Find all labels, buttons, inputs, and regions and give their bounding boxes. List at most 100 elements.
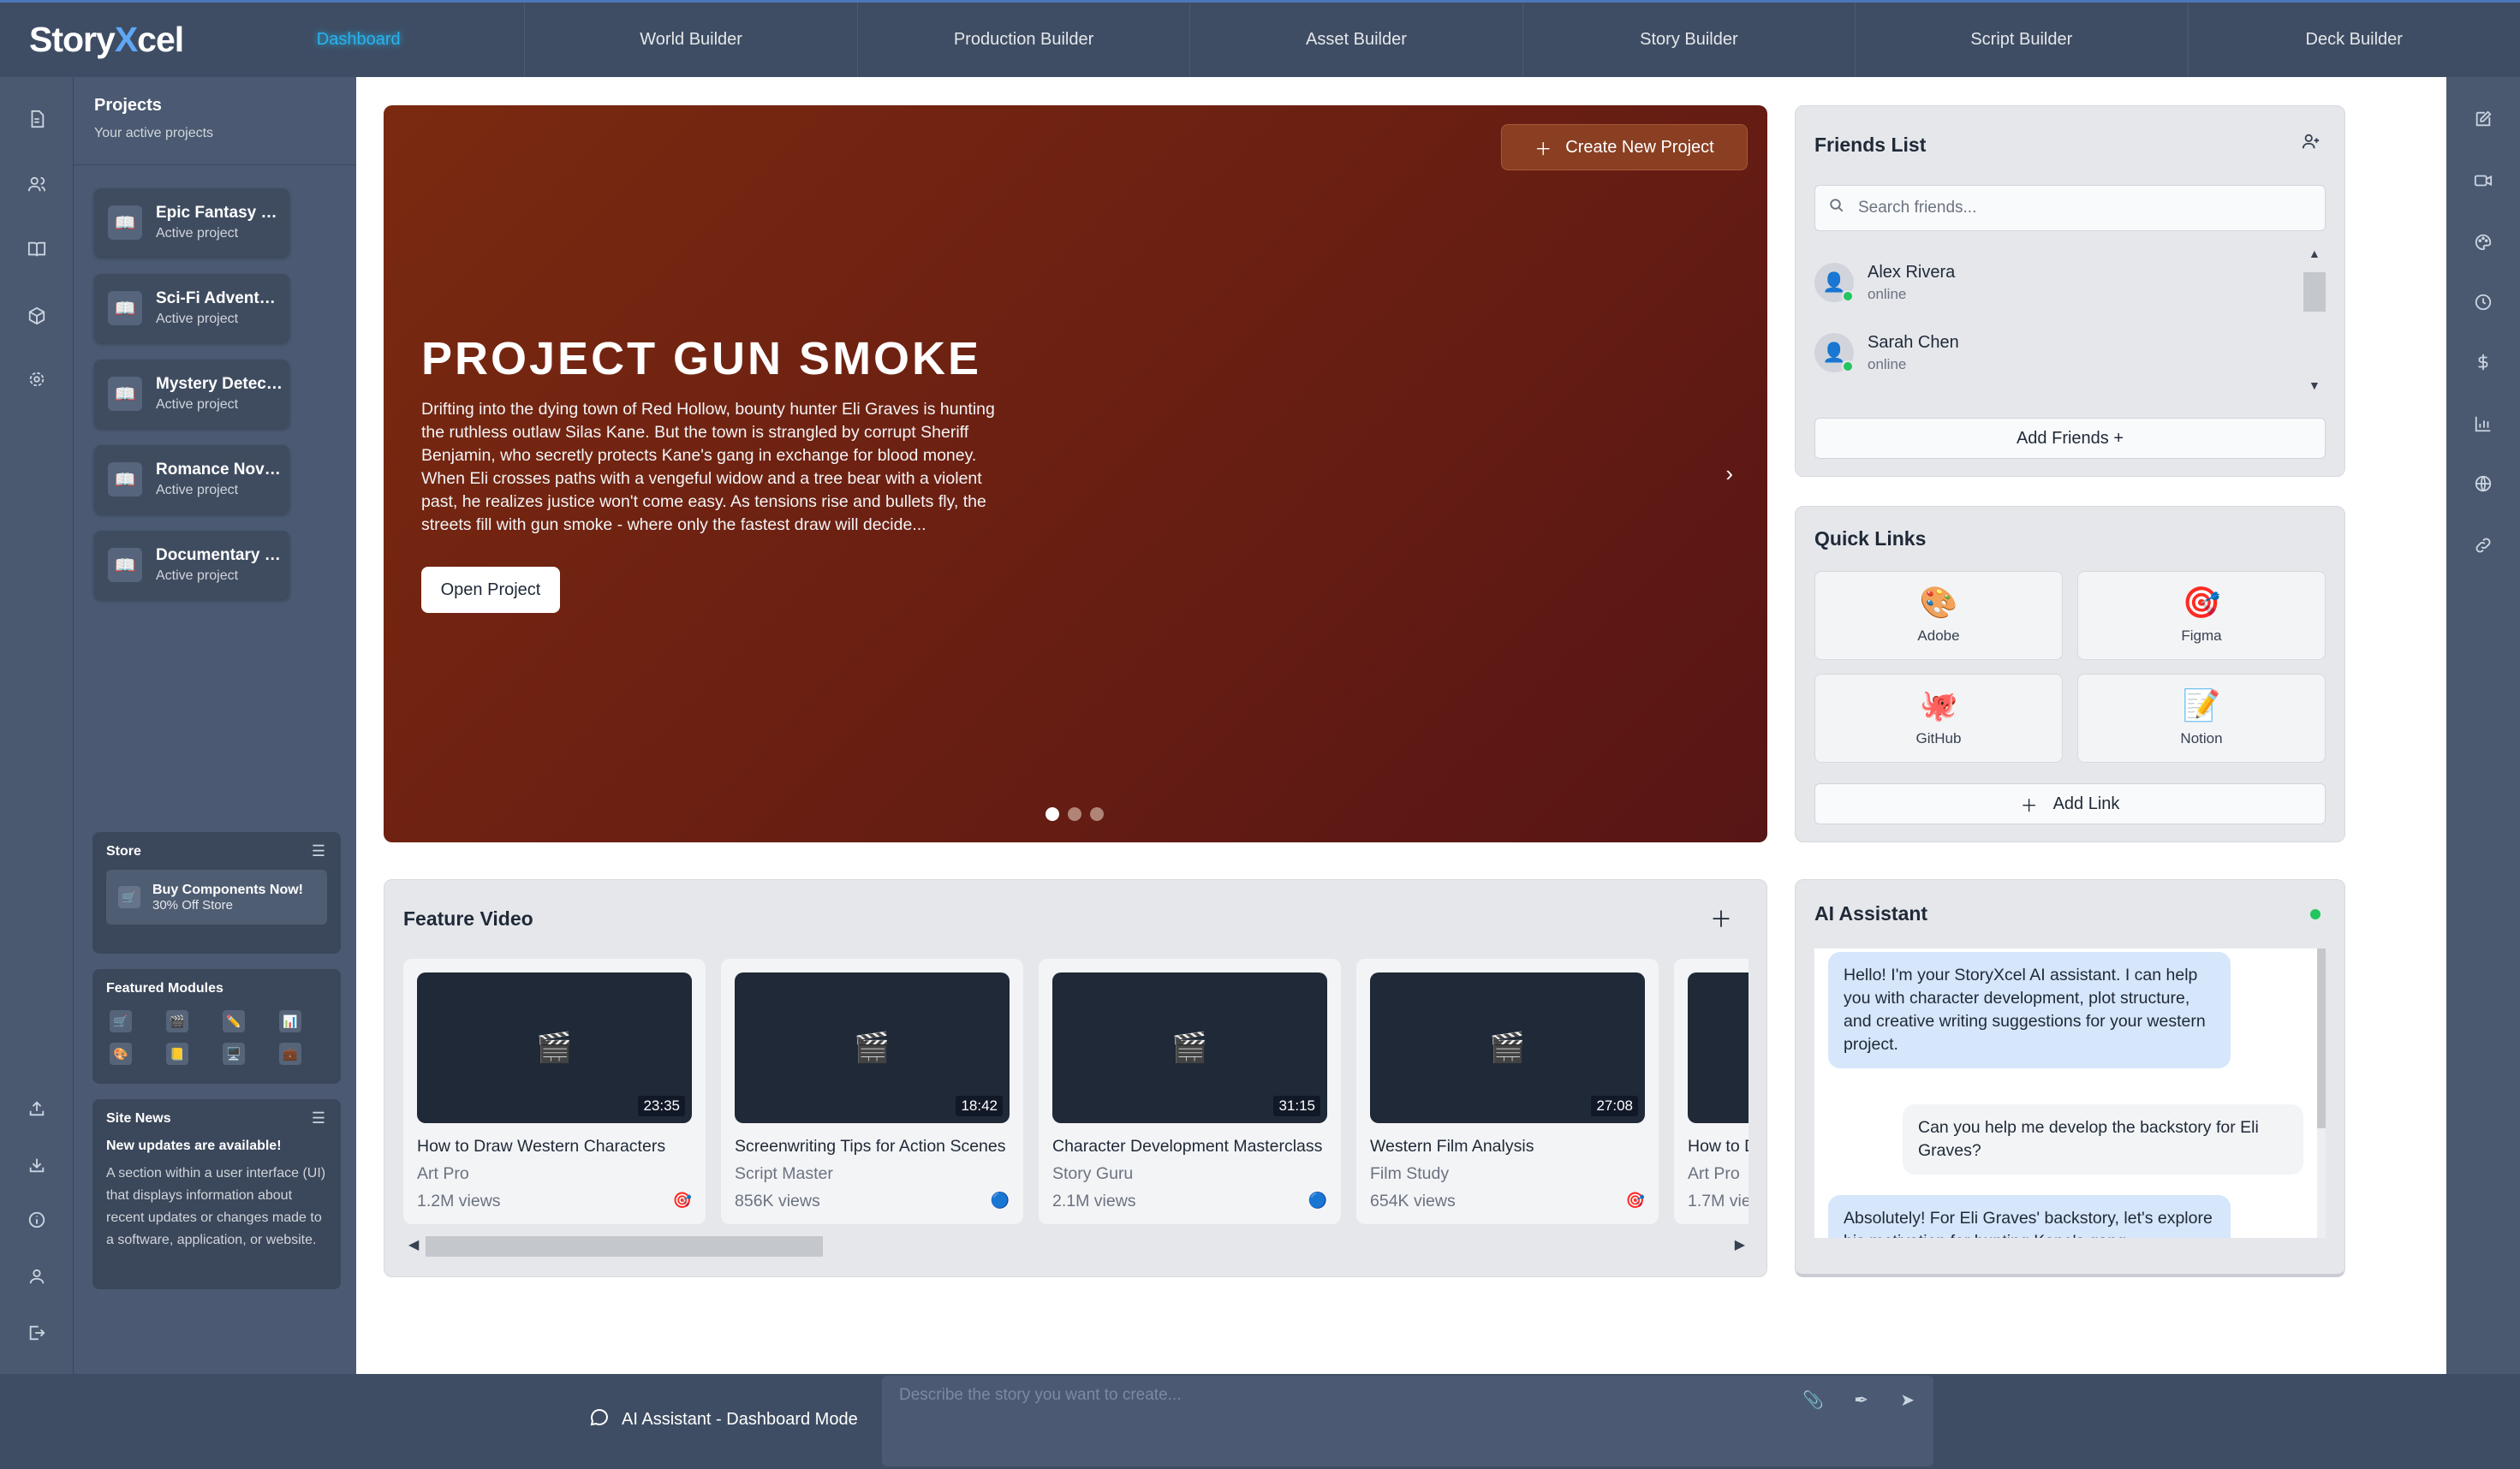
nav-dashboard[interactable]: Dashboard bbox=[193, 3, 526, 77]
video-views: 856K views bbox=[735, 1192, 820, 1210]
video-thumbnail[interactable]: 🎬 27:08 bbox=[1370, 972, 1645, 1123]
quick-link-adobe[interactable]: 🎨 Adobe bbox=[1814, 571, 2063, 660]
target-icon: 🎯 bbox=[1625, 1192, 1645, 1209]
send-icon[interactable]: ➤ bbox=[1900, 1389, 1915, 1411]
quick-link-figma[interactable]: 🎯 Figma bbox=[2077, 571, 2326, 660]
upload-icon[interactable] bbox=[22, 1094, 51, 1123]
cart-icon: 🛒 bbox=[118, 886, 140, 908]
clapperboard-icon: 🎬 bbox=[854, 1032, 891, 1064]
friends-search-input[interactable]: Search friends... bbox=[1814, 185, 2326, 231]
video-author: Art Pro bbox=[1688, 1164, 1740, 1183]
friend-name: Alex Rivera bbox=[1868, 262, 1956, 282]
bar-chart-icon[interactable] bbox=[2469, 409, 2498, 438]
chart-icon[interactable]: 📊 bbox=[279, 1010, 301, 1032]
ai-mode-label[interactable]: AI Assistant - Dashboard Mode bbox=[589, 1407, 858, 1432]
video-scrollbar[interactable]: ◀ ▶ bbox=[403, 1233, 1749, 1258]
scrollbar-thumb[interactable] bbox=[2317, 949, 2326, 1128]
chevron-left-icon[interactable]: ◀ bbox=[408, 1236, 419, 1253]
project-status: Active project bbox=[156, 397, 239, 412]
app-logo[interactable]: StoryXcel bbox=[0, 20, 193, 60]
video-card[interactable]: 🎬 23:35 How to Draw Western Characters Ar… bbox=[403, 959, 706, 1224]
menu-icon[interactable]: ☰ bbox=[312, 1109, 325, 1127]
quick-link-notion[interactable]: 📝 Notion bbox=[2077, 674, 2326, 763]
carousel-dot[interactable] bbox=[1046, 807, 1059, 821]
logout-icon[interactable] bbox=[22, 1318, 51, 1347]
store-promo[interactable]: 🛒 Buy Components Now! 30% Off Store bbox=[106, 870, 327, 925]
book-icon: 📖 bbox=[108, 291, 142, 325]
chevron-down-icon[interactable]: ▼ bbox=[2309, 378, 2320, 392]
notes-icon[interactable]: 📒 bbox=[166, 1043, 188, 1065]
menu-icon[interactable]: ☰ bbox=[312, 842, 325, 860]
scrollbar-thumb[interactable] bbox=[2303, 272, 2326, 312]
paperclip-icon[interactable]: 📎 bbox=[1802, 1389, 1824, 1411]
nav-story-builder[interactable]: Story Builder bbox=[1523, 3, 1856, 77]
film-icon[interactable]: 🎬 bbox=[166, 1010, 188, 1032]
project-status: Active project bbox=[156, 568, 239, 583]
chat-scrollbar[interactable] bbox=[2317, 949, 2326, 1238]
create-new-project-button[interactable]: ＋ Create New Project bbox=[1501, 124, 1748, 170]
project-item[interactable]: 📖 Epic Fantasy Chro... Active project bbox=[94, 188, 289, 257]
open-project-button[interactable]: Open Project bbox=[421, 567, 560, 613]
scrollbar-thumb[interactable] bbox=[426, 1236, 823, 1257]
nav-world-builder[interactable]: World Builder bbox=[525, 3, 858, 77]
video-card[interactable]: 🎬 18:42 Screenwriting Tips for Action Sce… bbox=[721, 959, 1023, 1224]
project-item[interactable]: 📖 Sci-Fi Adventure S... Active project bbox=[94, 274, 289, 342]
video-thumbnail[interactable] bbox=[1688, 972, 1749, 1123]
assistant-message: Absolutely! For Eli Graves' backstory, l… bbox=[1828, 1195, 2231, 1238]
video-card[interactable]: 🎬 31:15 Character Development Masterclass… bbox=[1039, 959, 1341, 1224]
edit-icon[interactable] bbox=[2469, 104, 2498, 134]
document-icon[interactable] bbox=[22, 104, 51, 134]
video-author: Art Pro bbox=[417, 1164, 469, 1183]
info-icon[interactable] bbox=[22, 1205, 51, 1234]
clock-icon[interactable] bbox=[2469, 288, 2498, 317]
add-friends-button[interactable]: Add Friends + bbox=[1814, 418, 2326, 459]
friend-item[interactable]: 👤 Alex Rivera online bbox=[1814, 252, 1955, 313]
briefcase-icon[interactable]: 💼 bbox=[279, 1043, 301, 1065]
palette-icon[interactable]: 🎨 bbox=[110, 1043, 132, 1065]
chevron-right-icon[interactable]: ▶ bbox=[1735, 1236, 1745, 1253]
quick-link-github[interactable]: 🐙 GitHub bbox=[1814, 674, 2063, 763]
magic-wand-icon[interactable]: ✒ bbox=[1854, 1389, 1868, 1411]
link-icon[interactable] bbox=[2469, 531, 2498, 560]
chevron-up-icon[interactable]: ▲ bbox=[2309, 247, 2320, 260]
book-icon[interactable] bbox=[22, 235, 51, 264]
video-card[interactable]: How to D Art Pro 1.7M vie bbox=[1674, 959, 1749, 1224]
project-item[interactable]: 📖 Romance Novel Dr... Active project bbox=[94, 445, 289, 514]
video-camera-icon[interactable] bbox=[2469, 166, 2498, 195]
project-item[interactable]: 📖 Documentary Proj... Active project bbox=[94, 531, 289, 599]
friend-item[interactable]: 👤 Sarah Chen online bbox=[1814, 322, 1959, 384]
palette-icon[interactable] bbox=[2469, 228, 2498, 257]
pencil-icon[interactable]: ✏️ bbox=[223, 1010, 245, 1032]
cart-icon[interactable]: 🛒 bbox=[110, 1010, 132, 1032]
globe-icon[interactable] bbox=[2469, 469, 2498, 498]
friends-scrollbar[interactable]: ▲ ▼ bbox=[2303, 247, 2326, 392]
clapperboard-icon: 🎬 bbox=[1489, 1032, 1526, 1064]
video-thumbnail[interactable]: 🎬 31:15 bbox=[1052, 972, 1327, 1123]
nav-asset-builder[interactable]: Asset Builder bbox=[1190, 3, 1523, 77]
users-icon[interactable] bbox=[22, 170, 51, 199]
store-cta: Buy Components Now! bbox=[152, 882, 303, 897]
video-card[interactable]: 🎬 27:08 Western Film Analysis Film Study … bbox=[1356, 959, 1659, 1224]
monitor-icon[interactable]: 🖥️ bbox=[223, 1043, 245, 1065]
plus-icon[interactable]: ＋ bbox=[1710, 902, 1732, 934]
carousel-dot[interactable] bbox=[1068, 807, 1081, 821]
chat-history[interactable]: Hello! I'm your StoryXcel AI assistant. … bbox=[1814, 949, 2326, 1238]
cube-icon[interactable] bbox=[22, 301, 51, 330]
project-item[interactable]: 📖 Mystery Detective... Active project bbox=[94, 360, 289, 428]
dollar-icon[interactable] bbox=[2469, 348, 2498, 377]
nav-deck-builder[interactable]: Deck Builder bbox=[2189, 3, 2520, 77]
add-link-button[interactable]: ＋ Add Link bbox=[1814, 783, 2326, 824]
nav-production-builder[interactable]: Production Builder bbox=[858, 3, 1191, 77]
video-thumbnail[interactable]: 🎬 23:35 bbox=[417, 972, 692, 1123]
video-thumbnail[interactable]: 🎬 18:42 bbox=[735, 972, 1010, 1123]
carousel-dot[interactable] bbox=[1090, 807, 1104, 821]
story-prompt-input[interactable]: Describe the story you want to create...… bbox=[882, 1376, 1933, 1466]
clapperboard-icon: 🎬 bbox=[536, 1032, 573, 1064]
user-icon[interactable] bbox=[22, 1262, 51, 1291]
chevron-right-icon[interactable]: › bbox=[1725, 461, 1733, 487]
settings-icon[interactable] bbox=[22, 365, 51, 394]
add-user-icon[interactable] bbox=[2302, 132, 2320, 156]
news-title: Site News bbox=[106, 1111, 171, 1126]
download-icon[interactable] bbox=[22, 1151, 51, 1180]
nav-script-builder[interactable]: Script Builder bbox=[1856, 3, 2189, 77]
